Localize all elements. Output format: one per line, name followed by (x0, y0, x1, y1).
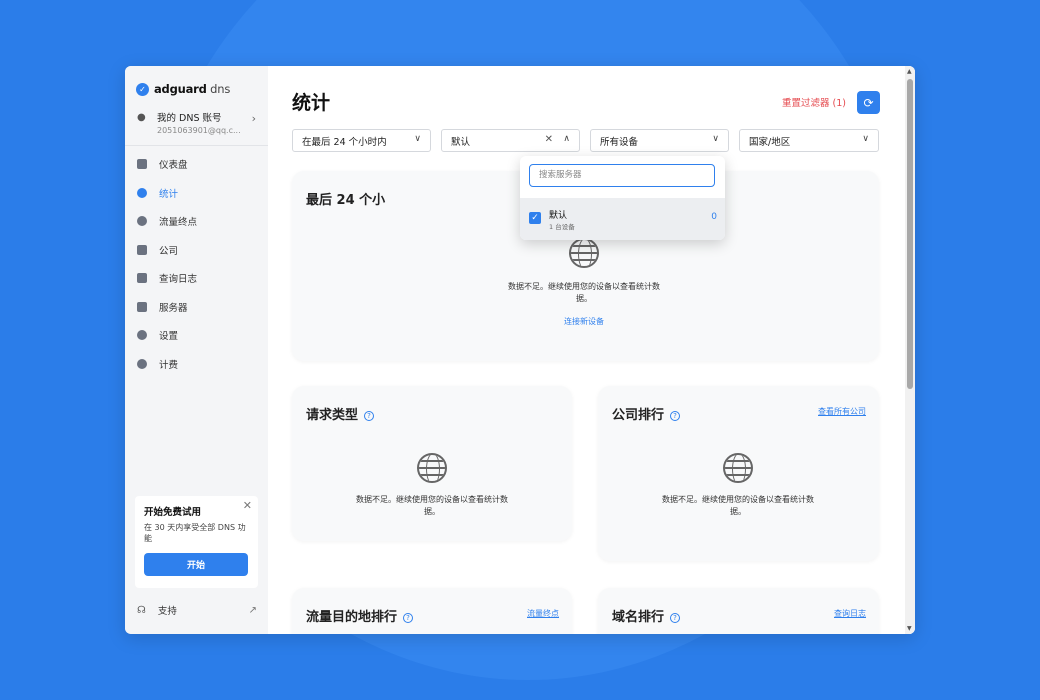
chevron-down-icon: ∨ (414, 134, 421, 144)
sidebar-item-billing[interactable]: 计费 (125, 350, 268, 379)
headset-icon: ☊ (137, 604, 146, 616)
card-title: 最后 24 个小 (306, 193, 386, 208)
brand-logo[interactable]: ✓ adguard dns (125, 66, 268, 104)
server-search-input[interactable]: 搜索服务器 (529, 164, 715, 187)
request-types-card: 请求类型? 数据不足。继续使用您的设备以查看统计数据。 (292, 386, 572, 541)
server-option[interactable]: ✓ 默认 1 台设备 0 (520, 198, 725, 240)
card-title: 请求类型 (306, 408, 359, 423)
server-dropdown: 搜索服务器 ✓ 默认 1 台设备 0 (520, 156, 725, 240)
sidebar-item-label: 流量终点 (159, 217, 198, 229)
location-pin-icon (137, 216, 147, 227)
devices-value: 所有设备 (600, 136, 639, 148)
server-icon (137, 301, 147, 312)
folder-icon (137, 273, 147, 284)
refresh-icon: ⟳ (863, 95, 874, 110)
page-title: 统计 (292, 92, 331, 114)
scrollbar-thumb[interactable] (907, 79, 913, 389)
card-title: 公司排行 (612, 408, 665, 423)
sidebar-item-label: 公司 (159, 245, 179, 257)
scrollbar[interactable]: ▲ ▼ (905, 66, 915, 634)
start-trial-button[interactable]: 开始 (144, 552, 248, 576)
sidebar-item-traffic-destinations[interactable]: 流量终点 (125, 207, 268, 236)
country-value: 国家/地区 (749, 136, 791, 148)
refresh-button[interactable]: ⟳ (857, 91, 880, 114)
server-value: 默认 (451, 136, 471, 148)
sidebar-item-label: 服务器 (159, 302, 188, 314)
user-icon: ● (137, 112, 146, 123)
companies-card: 公司排行? 查看所有公司 数据不足。继续使用您的设备以查看统计数据。 (598, 386, 879, 561)
query-log-link[interactable]: 查询日志 (834, 608, 866, 619)
brand-name: adguard (154, 82, 207, 96)
sidebar-item-companies[interactable]: 公司 (125, 236, 268, 265)
sidebar-item-dashboard[interactable]: 仪表盘 (125, 150, 268, 179)
help-icon[interactable]: ? (670, 613, 681, 623)
chevron-right-icon: › (251, 112, 256, 125)
empty-message: 数据不足。继续使用您的设备以查看统计数据。 (508, 282, 660, 303)
gear-icon (137, 330, 147, 341)
server-select[interactable]: 默认 ✕ ∧ (441, 129, 580, 152)
chevron-down-icon: ∨ (712, 134, 719, 144)
globe-icon (723, 453, 753, 483)
sidebar-item-label: 统计 (159, 188, 179, 200)
checkbox-checked-icon[interactable]: ✓ (529, 212, 541, 224)
empty-message: 数据不足。继续使用您的设备以查看统计数据。 (662, 495, 814, 516)
external-link-icon: ↗ (248, 604, 257, 616)
brand-suffix: dns (206, 82, 231, 96)
main-content: 统计 重置过滤器 (1) ⟳ 在最后 24 个小时内 ∨ 默认 ✕ ∧ 所有设备… (268, 66, 915, 634)
dollar-icon (137, 358, 147, 369)
close-icon[interactable]: ✕ (243, 499, 252, 512)
globe-icon (417, 453, 447, 483)
support-label: 支持 (157, 606, 177, 617)
chevron-up-icon: ∧ (563, 134, 570, 144)
help-icon[interactable]: ? (403, 613, 414, 623)
clear-icon[interactable]: ✕ (545, 134, 553, 145)
sidebar-item-support[interactable]: ☊ 支持 ↗ (137, 603, 257, 618)
home-icon (137, 159, 147, 170)
country-select[interactable]: 国家/地区 ∨ (739, 129, 879, 152)
sidebar-item-statistics[interactable]: 统计 (125, 179, 268, 208)
account-name: 我的 DNS 账号 (157, 113, 222, 124)
pie-chart-icon (137, 187, 147, 198)
card-title: 域名排行 (612, 610, 665, 625)
domains-card: 域名排行? 查询日志 (598, 588, 879, 634)
globe-icon (569, 238, 599, 268)
traffic-destinations-card: 流量目的地排行? 流量终点 (292, 588, 572, 634)
server-option-devices: 1 台设备 (549, 223, 575, 231)
sidebar-item-servers[interactable]: 服务器 (125, 293, 268, 322)
devices-select[interactable]: 所有设备 ∨ (590, 129, 729, 152)
account-email: 2051063901@qq.c... (157, 126, 241, 135)
period-select[interactable]: 在最后 24 个小时内 ∨ (292, 129, 431, 152)
sidebar-item-query-log[interactable]: 查询日志 (125, 264, 268, 293)
sidebar-nav: 仪表盘 统计 流量终点 公司 查询日志 服务器 设置 计费 (125, 146, 268, 378)
period-value: 在最后 24 个小时内 (302, 136, 387, 148)
trial-title: 开始免费试用 (144, 507, 202, 518)
shield-check-icon: ✓ (136, 82, 149, 96)
sidebar-item-label: 仪表盘 (159, 160, 188, 172)
app-window: ✓ adguard dns ● 我的 DNS 账号 2051063901@qq.… (125, 66, 915, 634)
trial-description: 在 30 天内享受全部 DNS 功能 (144, 523, 246, 543)
free-trial-card: ✕ 开始免费试用 在 30 天内享受全部 DNS 功能 开始 (135, 496, 258, 588)
card-title: 流量目的地排行 (306, 610, 398, 625)
building-icon (137, 244, 147, 255)
sidebar-item-label: 计费 (159, 359, 179, 371)
help-icon[interactable]: ? (364, 411, 375, 421)
scroll-down-icon[interactable]: ▼ (907, 625, 912, 632)
chevron-down-icon: ∨ (862, 134, 869, 144)
scroll-up-icon[interactable]: ▲ (907, 68, 912, 75)
server-option-name: 默认 (549, 211, 568, 221)
sidebar-item-settings[interactable]: 设置 (125, 321, 268, 350)
account-switcher[interactable]: ● 我的 DNS 账号 2051063901@qq.c... › (125, 104, 268, 146)
server-option-count: 0 (711, 212, 717, 222)
view-all-companies-link[interactable]: 查看所有公司 (818, 406, 866, 417)
sidebar-item-label: 设置 (159, 331, 179, 343)
sidebar: ✓ adguard dns ● 我的 DNS 账号 2051063901@qq.… (125, 66, 268, 634)
empty-message: 数据不足。继续使用您的设备以查看统计数据。 (356, 495, 508, 516)
sidebar-item-label: 查询日志 (159, 274, 198, 286)
connect-device-link[interactable]: 连接新设备 (564, 316, 604, 327)
reset-filters-link[interactable]: 重置过滤器 (1) (782, 95, 846, 109)
help-icon[interactable]: ? (670, 411, 681, 421)
traffic-destinations-link[interactable]: 流量终点 (527, 608, 559, 619)
